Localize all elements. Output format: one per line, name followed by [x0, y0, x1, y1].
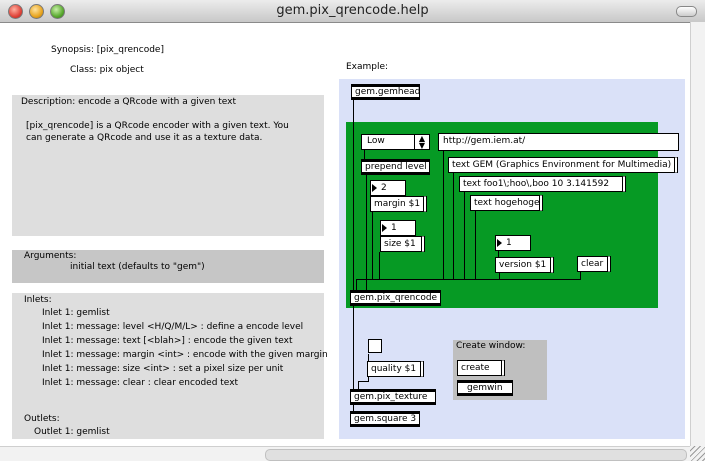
class-label: Class:	[70, 65, 97, 75]
level-dropdown-value: Low	[367, 136, 385, 146]
wire	[356, 279, 581, 280]
size-message[interactable]: size $1	[380, 236, 425, 252]
description-text-line2: can generate a QRcode and use it as a te…	[26, 133, 263, 143]
description-text-line1: [pix_qrencode] is a QRcode encoder with …	[26, 121, 289, 131]
description-panel: Description: encode a QRcode with a give…	[12, 95, 324, 236]
horizontal-scrollbar[interactable]	[0, 446, 690, 461]
level-dropdown[interactable]: Low ▲ ▼	[361, 134, 430, 150]
pix-texture-object[interactable]: gem.pix_texture	[350, 389, 436, 405]
example-label: Example:	[346, 62, 389, 72]
inlet-item: Inlet 1: message: size <int> : set a pix…	[42, 364, 284, 374]
help-window: gem.pix_qrencode.help Synopsis: [pix_qre…	[0, 0, 705, 461]
text-gem-message[interactable]: text GEM (Graphics Environment for Multi…	[448, 157, 678, 173]
horizontal-scroll-thumb[interactable]	[265, 449, 687, 461]
arguments-panel: Arguments: initial text (defaults to "ge…	[12, 250, 324, 283]
outlet-item: Outlet 1: gemlist	[34, 427, 110, 437]
wire	[358, 381, 369, 382]
wire	[580, 272, 581, 279]
inlets-header: Inlets:	[24, 295, 52, 305]
wire	[372, 212, 373, 279]
text-foo-message[interactable]: text foo1\;hoo\,boo 10 3.141592	[459, 176, 626, 192]
wire	[475, 210, 476, 279]
inlet-item: Inlet 1: message: margin <int> : encode …	[42, 350, 328, 360]
gem-square-object[interactable]: gem.square 3	[350, 411, 420, 427]
quality-toggle[interactable]	[368, 339, 382, 353]
gemwin-object[interactable]: gemwin	[457, 380, 513, 396]
version-number-box[interactable]: 1	[495, 235, 531, 251]
gemhead-object[interactable]: gem.gemhead	[351, 84, 420, 100]
pix-qrencode-object[interactable]: gem.pix_qrencode	[350, 290, 441, 306]
create-message[interactable]: create	[457, 360, 505, 376]
version-message[interactable]: version $1	[495, 257, 554, 273]
dropdown-arrows-icon: ▲ ▼	[414, 135, 429, 150]
create-window-panel: Create window: create gemwin	[453, 340, 547, 400]
inlet-item: Inlet 1: message: clear : clear encoded …	[42, 378, 239, 388]
title-bar: gem.pix_qrencode.help	[0, 0, 705, 23]
arguments-header: Arguments:	[24, 251, 77, 261]
inlet-item: Inlet 1: message: text [<blah>] : encode…	[42, 336, 293, 346]
margin-message[interactable]: margin $1	[370, 196, 427, 212]
toolbar-toggle-icon[interactable]	[676, 6, 697, 17]
inlet-item: Inlet 1: message: level <H/Q/M/L> : defi…	[42, 322, 304, 332]
clear-message[interactable]: clear	[577, 256, 611, 272]
quality-message[interactable]: quality $1	[367, 361, 424, 377]
synopsis-row: Synopsis: [pix_qrencode]	[51, 44, 164, 56]
wire	[499, 272, 500, 279]
wire	[366, 174, 367, 291]
class-row: Class: pix object	[70, 64, 144, 76]
class-value: pix object	[99, 65, 144, 75]
wire	[453, 172, 454, 279]
create-window-label: Create window:	[456, 341, 526, 351]
wire	[464, 191, 465, 279]
prepend-level-object[interactable]: prepend level	[361, 159, 430, 175]
wire	[353, 305, 354, 390]
size-number-box[interactable]: 1	[380, 220, 416, 236]
synopsis-label: Synopsis:	[51, 45, 94, 55]
description-title: Description: encode a QRcode with a give…	[21, 97, 236, 107]
wire	[353, 99, 354, 291]
synopsis-value: [pix_qrencode]	[96, 45, 164, 55]
inlets-outlets-panel: Inlets: Inlet 1: gemlist Inlet 1: messag…	[12, 293, 328, 439]
wire	[379, 252, 380, 279]
text-hogehoge-message[interactable]: text hogehoge	[470, 195, 543, 211]
wire	[443, 149, 444, 279]
margin-number-box[interactable]: 2	[370, 180, 406, 196]
window-title: gem.pix_qrencode.help	[276, 3, 429, 18]
inlet-item: Inlet 1: gemlist	[42, 308, 110, 318]
vertical-scrollbar[interactable]	[690, 22, 705, 446]
url-symbol-field[interactable]: http://gem.iem.at/	[438, 133, 679, 151]
outlets-header: Outlets:	[24, 414, 60, 424]
resize-grip-icon[interactable]	[690, 446, 705, 461]
arguments-item: initial text (defaults to "gem")	[70, 262, 205, 272]
